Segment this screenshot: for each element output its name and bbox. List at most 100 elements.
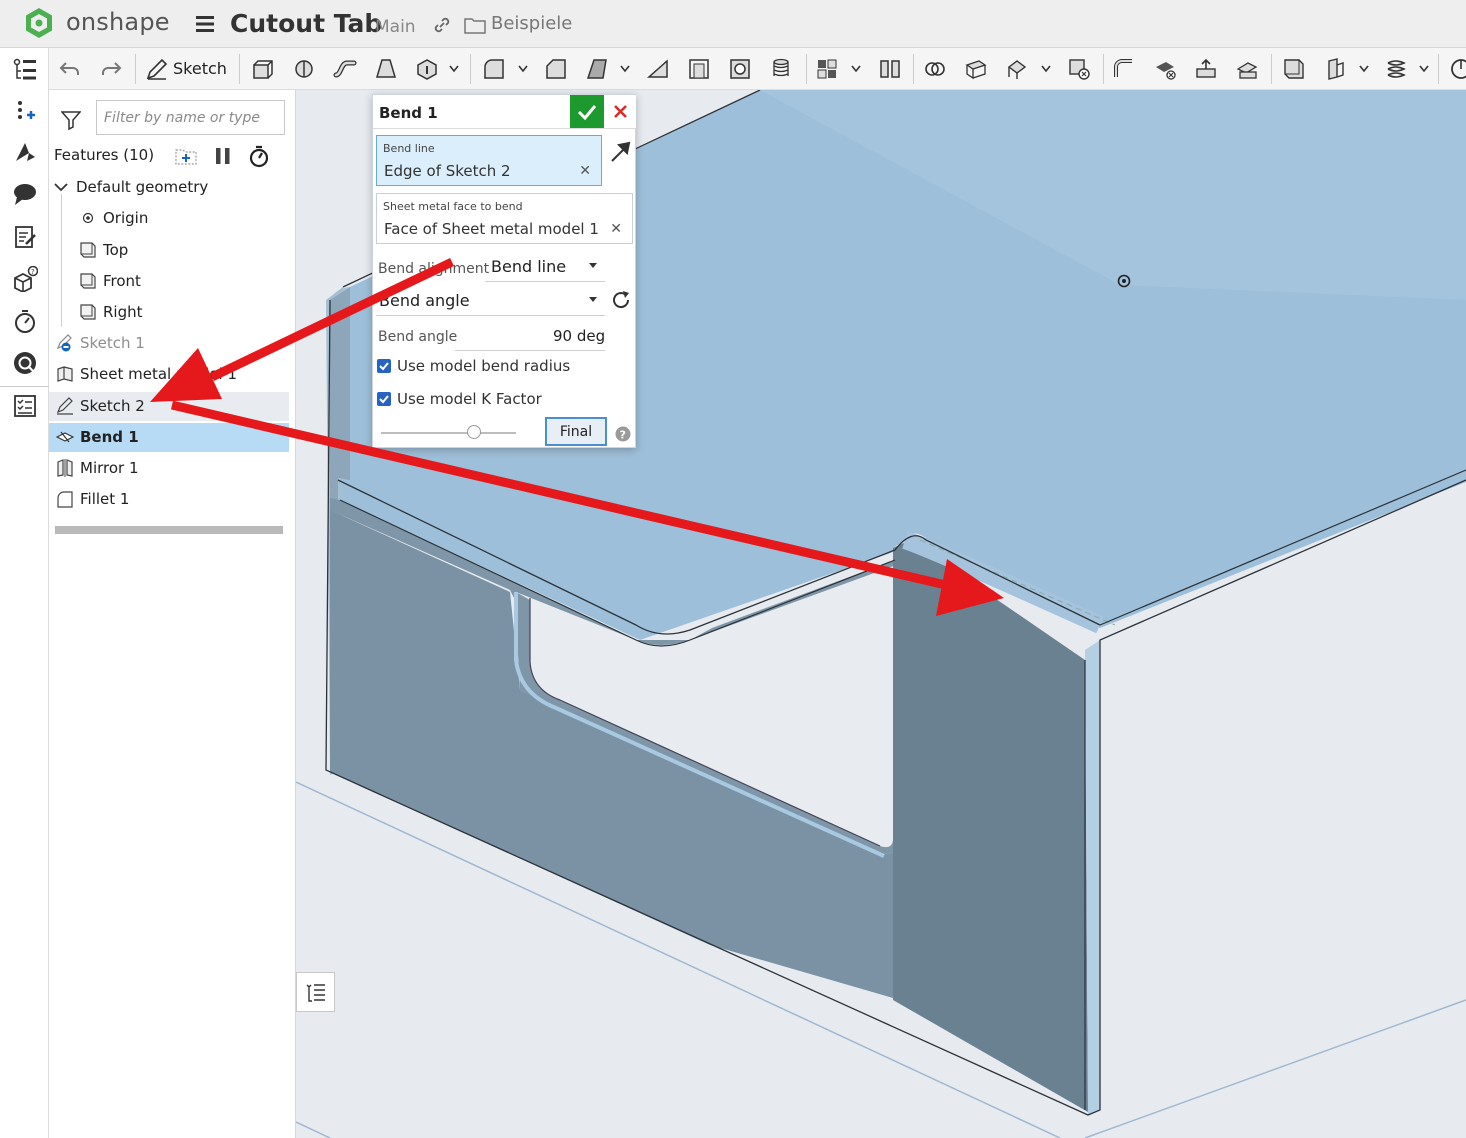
fillet-tool-icon[interactable] bbox=[482, 57, 506, 81]
chevron-down-icon[interactable] bbox=[1359, 65, 1369, 73]
use-model-bend-radius-label: Use model bend radius bbox=[397, 357, 571, 375]
thicken-icon[interactable] bbox=[415, 57, 439, 81]
sweep-icon[interactable] bbox=[333, 57, 357, 81]
comments-icon[interactable] bbox=[12, 181, 38, 207]
folder-icon[interactable] bbox=[464, 15, 486, 35]
draft-icon[interactable] bbox=[585, 57, 609, 81]
rib-icon[interactable] bbox=[646, 57, 670, 81]
sheet-metal-model-icon[interactable] bbox=[964, 57, 988, 81]
chevron-down-icon[interactable] bbox=[620, 65, 630, 73]
app-header: onshape Cutout Tab Main Beispiele bbox=[0, 0, 1466, 48]
tree-item-fillet-1[interactable]: Fillet 1 bbox=[49, 485, 289, 514]
flip-direction-icon[interactable] bbox=[610, 289, 632, 311]
sketch-label: Sketch bbox=[173, 59, 227, 78]
clear-selection-icon[interactable]: ✕ bbox=[610, 221, 622, 237]
appearance-icon[interactable] bbox=[12, 139, 38, 165]
clear-selection-icon[interactable]: ✕ bbox=[579, 163, 591, 179]
chevron-down-icon[interactable] bbox=[518, 65, 528, 73]
tree-item-right-plane[interactable]: Right bbox=[49, 298, 289, 327]
stopwatch-icon[interactable] bbox=[247, 144, 271, 168]
extrude-icon[interactable] bbox=[251, 57, 275, 81]
rollback-slider-track[interactable] bbox=[381, 432, 516, 434]
plane-tool-icon[interactable] bbox=[1282, 57, 1306, 81]
split-icon[interactable] bbox=[878, 57, 902, 81]
chevron-down-icon[interactable] bbox=[1419, 65, 1429, 73]
pause-icon[interactable] bbox=[211, 144, 235, 168]
tab-icon[interactable] bbox=[1235, 57, 1259, 81]
tree-item-origin[interactable]: Origin bbox=[49, 204, 289, 233]
thread-icon[interactable] bbox=[769, 57, 793, 81]
document-title[interactable]: Cutout Tab bbox=[230, 9, 382, 38]
use-model-k-factor-checkbox[interactable] bbox=[377, 392, 391, 406]
checkmark-icon bbox=[577, 105, 597, 121]
tree-item-sheet-metal-model[interactable]: Sheet metal model 1 bbox=[49, 360, 289, 389]
measure-icon[interactable] bbox=[1447, 57, 1466, 81]
unfold-icon[interactable] bbox=[1153, 57, 1177, 81]
redo-icon[interactable] bbox=[99, 57, 123, 81]
app-store-icon[interactable] bbox=[12, 350, 38, 376]
sheet-metal-hole-icon[interactable] bbox=[1067, 57, 1091, 81]
use-model-bend-radius-checkbox[interactable] bbox=[377, 359, 391, 373]
link-icon[interactable] bbox=[432, 15, 452, 35]
rail-divider bbox=[0, 386, 49, 387]
bend-line-selection[interactable]: Bend line Edge of Sketch 2 ✕ bbox=[376, 135, 602, 186]
bend-tool-icon[interactable] bbox=[1112, 57, 1136, 81]
timer-icon[interactable] bbox=[12, 308, 38, 334]
flange-icon[interactable] bbox=[1005, 57, 1029, 81]
filter-input[interactable] bbox=[96, 100, 285, 135]
folder-name[interactable]: Beispiele bbox=[491, 13, 572, 34]
tree-item-sketch-1[interactable]: Sketch 1 bbox=[49, 329, 289, 358]
checklist-icon[interactable] bbox=[12, 393, 38, 419]
dialog-title: Bend 1 bbox=[379, 104, 438, 122]
cancel-button[interactable] bbox=[606, 95, 636, 128]
list-icon bbox=[306, 984, 325, 1002]
feature-list-icon[interactable] bbox=[12, 57, 38, 83]
add-folder-icon[interactable] bbox=[174, 144, 198, 168]
onshape-logo-icon[interactable] bbox=[24, 7, 54, 39]
chevron-down-icon[interactable] bbox=[588, 296, 598, 304]
bend-angle-input[interactable]: 90 deg bbox=[553, 327, 605, 345]
menu-icon[interactable] bbox=[195, 14, 215, 34]
face-to-bend-selection[interactable]: Sheet metal face to bend Face of Sheet m… bbox=[376, 193, 633, 244]
chevron-down-icon[interactable] bbox=[449, 65, 459, 73]
rollback-slider-handle[interactable] bbox=[467, 425, 481, 439]
final-button[interactable]: Final bbox=[545, 417, 607, 446]
help-icon[interactable]: ? bbox=[615, 426, 631, 442]
tree-item-top-plane[interactable]: Top bbox=[49, 236, 289, 265]
bend-mode-select[interactable]: Bend angle bbox=[379, 291, 470, 310]
helix-icon[interactable] bbox=[1384, 57, 1408, 81]
variable-icon[interactable] bbox=[12, 98, 38, 124]
sketch-suppressed-icon bbox=[56, 334, 72, 352]
tree-item-front-plane[interactable]: Front bbox=[49, 267, 289, 296]
accept-button[interactable] bbox=[570, 95, 604, 128]
tree-label: Sketch 2 bbox=[80, 397, 145, 415]
chevron-down-icon[interactable] bbox=[52, 178, 70, 196]
revolve-icon[interactable] bbox=[292, 57, 316, 81]
shell-icon[interactable] bbox=[687, 57, 711, 81]
filter-icon[interactable] bbox=[61, 110, 81, 130]
panel-scrollbar[interactable] bbox=[55, 526, 283, 534]
tree-item-mirror-1[interactable]: Mirror 1 bbox=[49, 454, 289, 483]
bend-alignment-select[interactable]: Bend line bbox=[491, 257, 566, 276]
branch-name[interactable]: Main bbox=[375, 17, 416, 37]
boolean-icon[interactable] bbox=[815, 57, 839, 81]
tree-item-bend-1[interactable]: Bend 1 bbox=[49, 423, 289, 452]
notes-icon[interactable] bbox=[12, 224, 38, 250]
hole-icon[interactable] bbox=[728, 57, 752, 81]
undo-icon[interactable] bbox=[58, 57, 82, 81]
check-icon bbox=[379, 395, 389, 404]
tree-item-sketch-2[interactable]: Sketch 2 bbox=[49, 392, 289, 421]
form-icon[interactable] bbox=[1194, 57, 1218, 81]
chevron-down-icon[interactable] bbox=[851, 65, 861, 73]
chevron-down-icon[interactable] bbox=[588, 262, 598, 270]
select-arrow-icon[interactable] bbox=[609, 139, 633, 163]
tree-label: Default geometry bbox=[76, 178, 209, 196]
mate-connector-icon[interactable] bbox=[1323, 57, 1347, 81]
tree-item-default-geometry[interactable]: Default geometry bbox=[49, 173, 289, 202]
feature-list-toggle-button[interactable] bbox=[296, 972, 335, 1012]
chevron-down-icon[interactable] bbox=[1041, 65, 1051, 73]
chamfer-icon[interactable] bbox=[544, 57, 568, 81]
transform-icon[interactable] bbox=[923, 57, 947, 81]
loft-icon[interactable] bbox=[374, 57, 398, 81]
mass-properties-icon[interactable]: ? bbox=[12, 266, 38, 292]
